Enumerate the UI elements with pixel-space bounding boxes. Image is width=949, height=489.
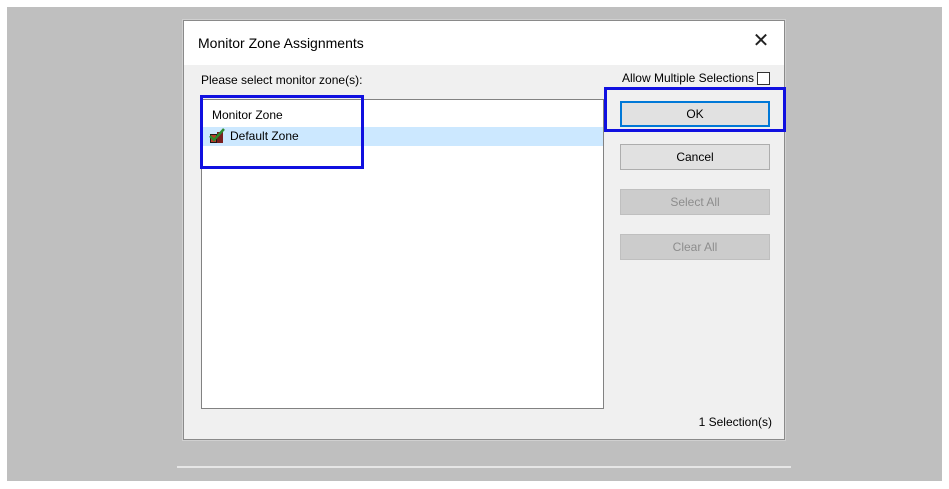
zone-check-icon xyxy=(209,128,225,143)
clear-all-button[interactable]: Clear All xyxy=(620,234,770,260)
select-prompt: Please select monitor zone(s): xyxy=(201,73,363,87)
monitor-zone-dialog: Monitor Zone Assignments ✕ Please select… xyxy=(183,20,785,440)
title-bar: Monitor Zone Assignments ✕ xyxy=(184,21,784,65)
list-item-label: Default Zone xyxy=(230,129,299,143)
ok-button[interactable]: OK xyxy=(620,101,770,127)
selection-count: 1 Selection(s) xyxy=(698,415,772,429)
allow-multiple-checkbox[interactable] xyxy=(757,71,770,85)
select-all-button[interactable]: Select All xyxy=(620,189,770,215)
monitor-zone-list[interactable]: Monitor Zone Default Zone xyxy=(201,99,604,409)
dialog-title: Monitor Zone Assignments xyxy=(198,35,364,51)
allow-multiple-toggle[interactable]: Allow Multiple Selections xyxy=(622,71,770,85)
cancel-button[interactable]: Cancel xyxy=(620,144,770,170)
list-item[interactable]: Default Zone xyxy=(202,127,603,146)
close-icon[interactable]: ✕ xyxy=(750,29,772,53)
divider xyxy=(177,466,791,468)
list-header: Monitor Zone xyxy=(212,108,283,122)
allow-multiple-label: Allow Multiple Selections xyxy=(621,71,754,85)
